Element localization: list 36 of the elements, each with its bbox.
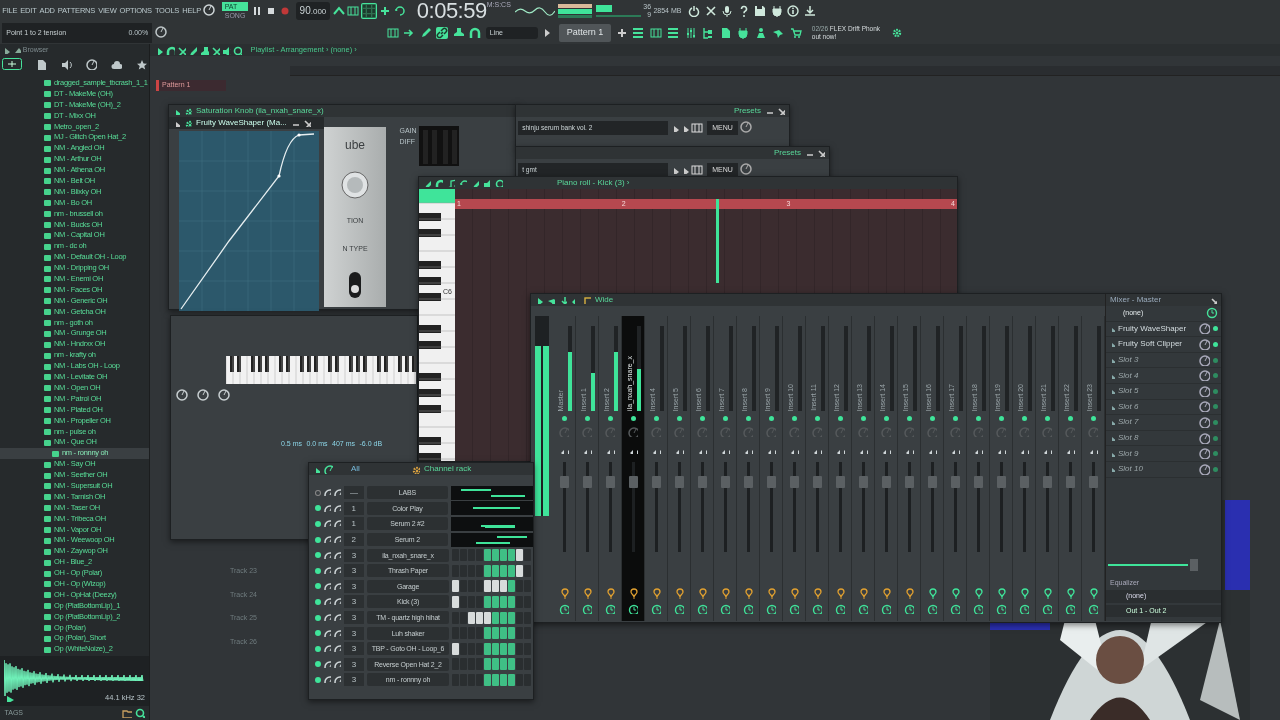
panel-label: ube xyxy=(345,136,365,154)
pattern-selector[interactable]: Pattern 1 xyxy=(558,24,612,42)
channel-number[interactable]: 3 xyxy=(344,673,364,687)
effect-slot[interactable]: Slot 8 xyxy=(1106,430,1221,447)
channel-number[interactable]: 1 xyxy=(343,501,364,515)
channel-number[interactable]: 3 xyxy=(344,564,364,578)
tempo-field[interactable]: 90.000 xyxy=(295,2,331,20)
mixer-view-label[interactable]: Wide xyxy=(595,294,614,306)
channel-number[interactable]: 3 xyxy=(344,657,364,671)
channel-number[interactable]: 1 xyxy=(343,517,364,531)
song-time: 0:05:59 xyxy=(416,0,487,22)
window-title: Mixer - Master xyxy=(1110,294,1162,306)
effect-slot[interactable]: Slot 7 xyxy=(1106,415,1221,431)
group-filter[interactable]: All xyxy=(337,463,407,475)
effect-slot[interactable]: Slot 4 xyxy=(1106,368,1221,384)
effect-slot[interactable]: Slot 6 xyxy=(1106,399,1221,416)
window-title: Channel rack xyxy=(424,463,472,475)
channel-number[interactable]: 3 xyxy=(344,611,364,625)
channel-number[interactable]: 3 xyxy=(344,642,364,656)
window-title: Saturation Knob (ila_nxah_snare_x) xyxy=(196,105,324,117)
window-title: Presets xyxy=(733,105,761,117)
window-title: Presets xyxy=(773,147,801,159)
effect-slot[interactable]: Slot 10 xyxy=(1106,461,1221,478)
effect-slot[interactable]: Fruity Soft Clipper xyxy=(1106,337,1221,353)
channel-number[interactable]: 3 xyxy=(344,548,364,562)
effect-slot[interactable]: Slot 3 xyxy=(1106,352,1221,369)
channel-number[interactable]: 2 xyxy=(343,533,364,547)
channel-number[interactable]: — xyxy=(343,486,364,500)
effect-slot[interactable]: Fruity WaveShaper xyxy=(1106,321,1221,338)
plugin-title: Fruity WaveShaper (Ma... xyxy=(196,117,287,129)
window-title: Piano roll - Kick (3) › xyxy=(557,177,630,189)
channel-number[interactable]: 3 xyxy=(344,579,364,593)
channel-number[interactable]: 3 xyxy=(344,595,364,609)
effect-slot[interactable]: Slot 9 xyxy=(1106,446,1221,462)
effect-slot[interactable]: Slot 5 xyxy=(1106,383,1221,400)
channel-number[interactable]: 3 xyxy=(344,626,364,640)
